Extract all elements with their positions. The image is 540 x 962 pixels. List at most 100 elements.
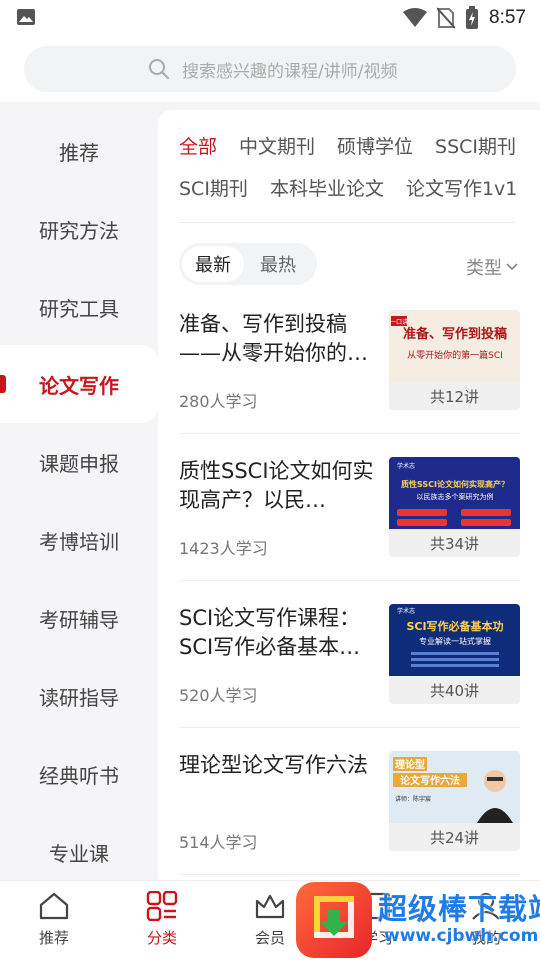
sidebar-item-project-application[interactable]: 课题申报 bbox=[0, 423, 158, 501]
sidebar-item-phd-exam[interactable]: 考博培训 bbox=[0, 501, 158, 579]
filter-all[interactable]: 全部 bbox=[179, 132, 217, 162]
subcategory-row-1: 全部 中文期刊 硕博学位 SSCI期刊 bbox=[179, 132, 516, 162]
category-sidebar: 推荐 研究方法 研究工具 论文写作 课题申报 考博培训 考研辅导 读研指导 经典… bbox=[0, 102, 158, 880]
search-bar[interactable]: 搜索感兴趣的课程/讲师/视频 bbox=[24, 46, 516, 92]
home-icon bbox=[39, 892, 69, 920]
search-icon bbox=[149, 59, 169, 79]
sidebar-item-research-tools[interactable]: 研究工具 bbox=[0, 268, 158, 346]
filter-chinese-journals[interactable]: 中文期刊 bbox=[239, 132, 315, 162]
tab-label: 会员 bbox=[254, 929, 285, 947]
image-icon bbox=[17, 9, 35, 25]
thumb-line-2: 论文写作六法 bbox=[400, 774, 460, 787]
battery-charging-icon bbox=[466, 6, 479, 29]
course-title: 理论型论文写作六法 bbox=[179, 753, 368, 777]
course-thumbnail[interactable]: 学术志 质性SSCI论文如何实现高产？ 以民族志多个案研究为例 共34讲 bbox=[389, 457, 520, 557]
filter-writing-1v1[interactable]: 论文写作1v1 bbox=[406, 174, 517, 204]
thumb-line-2: 以民族志多个案研究为例 bbox=[417, 492, 494, 501]
thumb-line-2: 从零开始你的第一篇SCI bbox=[407, 349, 503, 361]
download-logo-icon bbox=[314, 896, 354, 938]
clock: 8:57 bbox=[489, 7, 526, 28]
course-learners: 520人学习 bbox=[179, 686, 258, 705]
course-item[interactable]: 质性SSCI论文如何实现高产？以民… 1423人学习 学术志 质性SSCI论文如… bbox=[179, 457, 520, 577]
sidebar-item-paper-writing[interactable]: 论文写作 bbox=[0, 345, 158, 423]
course-item[interactable]: SCI论文写作课程：SCI写作必备基本… 520人学习 学术志 SCI写作必备基… bbox=[179, 604, 520, 724]
course-cover-image: 理论型 论文写作六法 讲师：陈宇宸 bbox=[389, 751, 520, 823]
course-item[interactable]: 理论型论文写作六法 514人学习 理论型 论文写作六法 讲师：陈宇宸 共24讲 bbox=[179, 751, 520, 871]
thumb-line-1: 准备、写作到投稿 bbox=[403, 326, 507, 342]
course-learners: 280人学习 bbox=[179, 392, 258, 411]
sidebar-item-grad-guidance[interactable]: 读研指导 bbox=[0, 657, 158, 735]
watermark-logo bbox=[296, 882, 372, 958]
thumb-tag: 学术志 bbox=[397, 462, 415, 470]
thumb-line-2: 专业解读一站式掌握 bbox=[419, 636, 491, 646]
sidebar-item-label: 读研指导 bbox=[39, 685, 119, 710]
no-sim-icon bbox=[437, 7, 456, 29]
sort-hottest[interactable]: 最热 bbox=[247, 246, 309, 282]
sidebar-item-label: 经典听书 bbox=[39, 763, 119, 788]
sidebar-item-research-methods[interactable]: 研究方法 bbox=[0, 190, 158, 268]
course-thumbnail[interactable]: 一口讲 准备、写作到投稿 从零开始你的第一篇SCI 共12讲 bbox=[389, 310, 520, 410]
course-cover-image: 学术志 SCI写作必备基本功 专业解读一站式掌握 bbox=[389, 604, 520, 676]
tab-membership[interactable]: 会员 bbox=[235, 891, 305, 951]
sidebar-item-label: 论文写作 bbox=[39, 373, 119, 398]
tab-recommend[interactable]: 推荐 bbox=[19, 891, 89, 951]
thumb-line-1: 质性SSCI论文如何实现高产？ bbox=[401, 479, 509, 489]
course-cover-image: 学术志 质性SSCI论文如何实现高产？ 以民族志多个案研究为例 bbox=[389, 457, 520, 529]
sidebar-item-label: 考博培训 bbox=[39, 529, 119, 554]
course-separator bbox=[179, 874, 520, 875]
course-separator bbox=[179, 580, 520, 581]
course-thumbnail[interactable]: 学术志 SCI写作必备基本功 专业解读一站式掌握 共40讲 bbox=[389, 604, 520, 704]
sidebar-item-label: 研究方法 bbox=[39, 218, 119, 243]
course-learners: 514人学习 bbox=[179, 833, 258, 852]
category-content: 推荐 研究方法 研究工具 论文写作 课题申报 考博培训 考研辅导 读研指导 经典… bbox=[0, 102, 540, 880]
course-item[interactable]: 准备、写作到投稿——从零开始你的… 280人学习 一口讲 准备、写作到投稿 从零… bbox=[179, 310, 520, 430]
course-title: SCI论文写作课程：SCI写作必备基本… bbox=[179, 606, 361, 659]
wifi-icon bbox=[403, 8, 428, 27]
course-title: 质性SSCI论文如何实现高产？以民… bbox=[179, 459, 374, 512]
course-separator bbox=[179, 433, 520, 434]
tab-category[interactable]: 分类 bbox=[127, 891, 197, 951]
thumb-line-1: SCI写作必备基本功 bbox=[406, 619, 503, 633]
course-thumbnail[interactable]: 理论型 论文写作六法 讲师：陈宇宸 共24讲 bbox=[389, 751, 520, 851]
sidebar-item-label: 专业课 bbox=[49, 841, 109, 866]
thumb-tag: 学术志 bbox=[397, 607, 415, 615]
active-indicator bbox=[0, 375, 6, 393]
filter-sci[interactable]: SCI期刊 bbox=[179, 174, 248, 204]
watermark-url: www.cjbwh.com bbox=[384, 926, 539, 946]
filter-ssci[interactable]: SSCI期刊 bbox=[435, 132, 516, 162]
category-grid-icon bbox=[146, 891, 178, 921]
sidebar-item-label: 考研辅导 bbox=[39, 607, 119, 632]
tab-label: 分类 bbox=[146, 929, 177, 947]
course-panel: 全部 中文期刊 硕博学位 SSCI期刊 SCI期刊 本科毕业论文 论文写作1v1… bbox=[158, 110, 540, 880]
watermark: 超级棒下载站 www.cjbwh.com bbox=[296, 882, 540, 958]
sidebar-item-label: 课题申报 bbox=[39, 451, 119, 476]
sidebar-item-label: 研究工具 bbox=[39, 296, 119, 321]
course-title: 准备、写作到投稿——从零开始你的… bbox=[179, 312, 368, 365]
sidebar-item-label: 推荐 bbox=[59, 140, 99, 165]
chevron-down-icon bbox=[506, 263, 518, 271]
sidebar-item-classic-audiobooks[interactable]: 经典听书 bbox=[0, 735, 158, 813]
search-placeholder: 搜索感兴趣的课程/讲师/视频 bbox=[182, 61, 398, 82]
watermark-title: 超级棒下载站 bbox=[378, 892, 540, 926]
sidebar-item-postgrad-exam[interactable]: 考研辅导 bbox=[0, 579, 158, 657]
sort-newest[interactable]: 最新 bbox=[182, 246, 244, 282]
sidebar-item-recommend[interactable]: 推荐 bbox=[0, 112, 158, 190]
filter-theses[interactable]: 硕博学位 bbox=[337, 132, 413, 162]
tab-label: 推荐 bbox=[38, 929, 69, 947]
lesson-count: 共12讲 bbox=[389, 382, 520, 410]
crown-icon bbox=[255, 894, 285, 919]
thumb-tag: 一口讲 bbox=[390, 318, 408, 326]
course-separator bbox=[179, 727, 520, 728]
course-learners: 1423人学习 bbox=[179, 539, 268, 558]
filter-undergrad-thesis[interactable]: 本科毕业论文 bbox=[270, 174, 384, 204]
thumb-tag: 讲师：陈宇宸 bbox=[395, 795, 431, 803]
sort-toggle: 最新 最热 bbox=[179, 243, 317, 285]
lesson-count: 共40讲 bbox=[389, 676, 520, 704]
lesson-count: 共34讲 bbox=[389, 529, 520, 557]
subcategory-row-2: SCI期刊 本科毕业论文 论文写作1v1 bbox=[179, 174, 517, 204]
search-area: 搜索感兴趣的课程/讲师/视频 bbox=[0, 36, 540, 102]
type-dropdown[interactable]: 类型 bbox=[466, 254, 518, 280]
course-cover-image: 一口讲 准备、写作到投稿 从零开始你的第一篇SCI bbox=[389, 310, 520, 382]
thumb-line-1: 理论型 bbox=[395, 758, 425, 771]
status-bar: 8:57 bbox=[0, 0, 540, 36]
